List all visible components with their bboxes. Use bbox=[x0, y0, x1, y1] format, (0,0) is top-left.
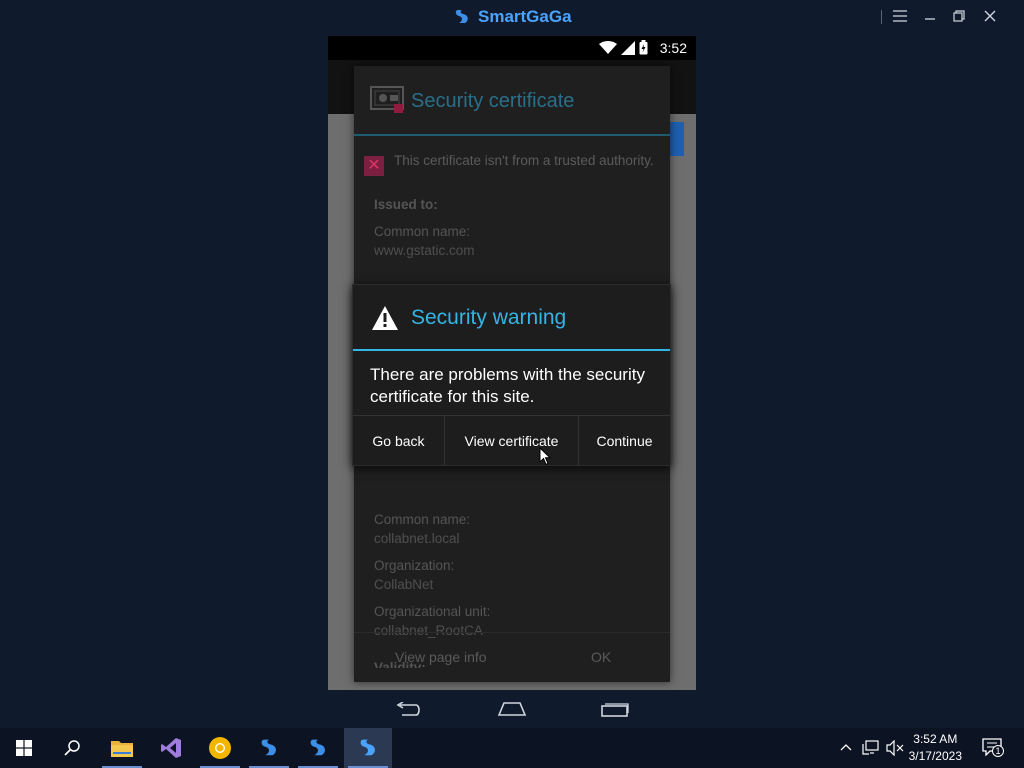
chevron-up-icon[interactable] bbox=[840, 742, 852, 752]
security-warning-dialog: Security warning There are problems with… bbox=[352, 284, 671, 466]
taskbar-smartgaga-1[interactable] bbox=[245, 728, 293, 768]
notification-count-badge: 1 bbox=[992, 745, 1004, 757]
cert-dialog-footer: View page info OK bbox=[354, 632, 670, 682]
clock-time: 3:52 AM bbox=[913, 732, 958, 746]
recents-icon[interactable] bbox=[601, 703, 629, 717]
phone-screen: 3:52 Security certificate ✕ This certifi… bbox=[328, 36, 696, 690]
hamburger-menu-icon[interactable] bbox=[889, 8, 911, 28]
chrome-icon bbox=[209, 737, 231, 759]
back-icon[interactable] bbox=[394, 702, 422, 718]
swan-app-icon bbox=[261, 739, 276, 756]
certificate-icon bbox=[370, 86, 404, 113]
cert-untrusted-row: ✕ This certificate isn't from a trusted … bbox=[364, 152, 664, 176]
emulator-titlebar: SmartGaGa bbox=[0, 0, 1024, 36]
action-center-button[interactable]: 1 bbox=[982, 738, 1004, 758]
warning-dialog-message: There are problems with the security cer… bbox=[370, 365, 645, 406]
warning-dialog-title: Security warning bbox=[411, 306, 567, 329]
untrusted-x-icon: ✕ bbox=[364, 156, 384, 176]
taskbar-chrome[interactable] bbox=[196, 728, 244, 768]
taskbar-clock[interactable]: 3:52 AM 3/17/2023 bbox=[909, 731, 962, 765]
swan-app-icon bbox=[310, 739, 325, 756]
volume-muted-icon[interactable] bbox=[886, 740, 904, 756]
warning-triangle-icon bbox=[372, 306, 398, 330]
mouse-cursor-icon bbox=[539, 447, 551, 466]
view-page-info-button[interactable]: View page info bbox=[395, 649, 487, 665]
titlebar-separator bbox=[881, 10, 882, 24]
signal-icon bbox=[621, 40, 635, 55]
search-icon bbox=[64, 740, 80, 756]
wifi-icon bbox=[599, 40, 617, 54]
visual-studio-icon bbox=[161, 738, 181, 758]
windows-logo-icon bbox=[16, 740, 32, 756]
issued-by-common-name-label: Common name: bbox=[374, 512, 471, 527]
search-button[interactable] bbox=[48, 728, 96, 768]
windows-taskbar: 3:52 AM 3/17/2023 1 bbox=[0, 728, 1024, 768]
cert-dialog-title: Security certificate bbox=[411, 90, 575, 112]
warning-dialog-buttons: Go back View certificate Continue bbox=[353, 415, 670, 466]
minimize-icon[interactable] bbox=[919, 8, 941, 28]
home-icon[interactable] bbox=[497, 702, 527, 716]
view-certificate-button[interactable]: View certificate bbox=[445, 416, 579, 466]
issued-to-label: Issued to: bbox=[374, 197, 438, 212]
taskbar-file-explorer[interactable] bbox=[98, 728, 146, 768]
swan-app-icon bbox=[360, 739, 375, 756]
issued-by-common-name-value: collabnet.local bbox=[374, 531, 460, 546]
ok-button[interactable]: OK bbox=[591, 649, 611, 665]
taskbar-visual-studio[interactable] bbox=[147, 728, 195, 768]
start-button[interactable] bbox=[0, 728, 48, 768]
warning-dialog-header: Security warning bbox=[353, 285, 670, 351]
org-unit-label: Organizational unit: bbox=[374, 604, 491, 619]
battery-icon bbox=[639, 40, 648, 55]
android-navbar bbox=[328, 690, 696, 730]
android-statusbar: 3:52 bbox=[328, 36, 696, 60]
common-name-label: Common name: bbox=[374, 224, 471, 239]
emulator-title: SmartGaGa bbox=[478, 7, 572, 26]
folder-icon bbox=[111, 741, 133, 757]
status-time: 3:52 bbox=[659, 40, 687, 56]
network-icon[interactable] bbox=[862, 740, 880, 756]
taskbar-smartgaga-active[interactable] bbox=[344, 728, 392, 768]
status-icons bbox=[599, 40, 648, 55]
clock-date: 3/17/2023 bbox=[908, 749, 962, 763]
emulator-logo: SmartGaGa bbox=[452, 7, 572, 27]
cert-untrusted-text: This certificate isn't from a trusted au… bbox=[394, 153, 654, 168]
swan-logo-icon bbox=[455, 10, 468, 23]
cert-dialog-header: Security certificate bbox=[354, 66, 670, 136]
continue-button[interactable]: Continue bbox=[579, 416, 670, 466]
organization-value: CollabNet bbox=[374, 577, 434, 592]
taskbar-smartgaga-2[interactable] bbox=[294, 728, 342, 768]
common-name-value: www.gstatic.com bbox=[374, 243, 475, 258]
close-icon[interactable] bbox=[979, 8, 1001, 28]
restore-icon[interactable] bbox=[948, 8, 970, 28]
organization-label: Organization: bbox=[374, 558, 455, 573]
cert-dialog-body: ✕ This certificate isn't from a trusted … bbox=[364, 152, 664, 260]
go-back-button[interactable]: Go back bbox=[353, 416, 445, 466]
